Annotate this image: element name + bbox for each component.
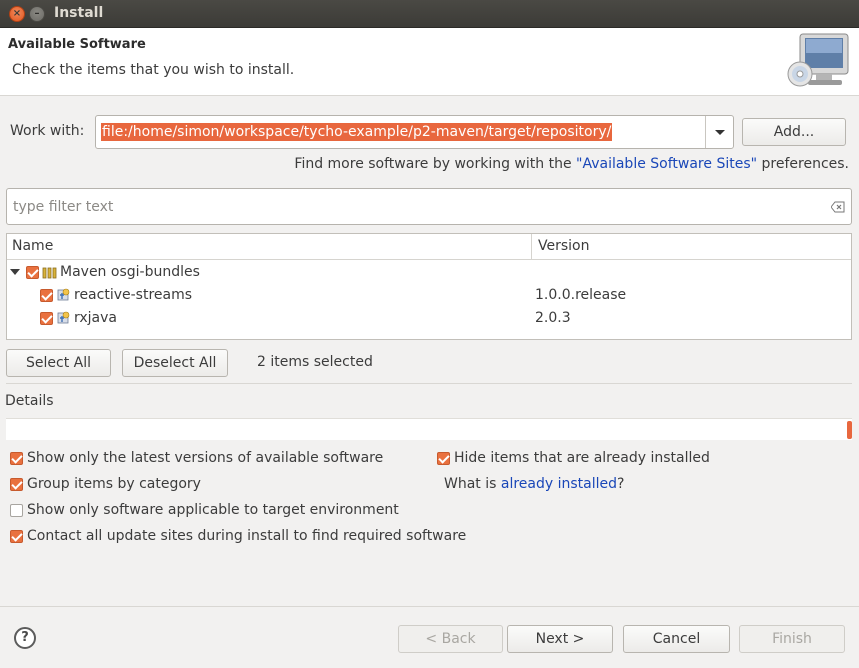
divider [6,383,852,384]
group-by-category-checkbox[interactable] [10,478,23,491]
chevron-down-icon [715,130,725,135]
close-icon: × [12,8,22,19]
details-label: Details [5,393,54,409]
back-button[interactable]: < Back [398,625,503,653]
hide-installed-label[interactable]: Hide items that are already installed [454,450,710,466]
next-button[interactable]: Next > [507,625,613,653]
what-is-suffix: ? [617,476,625,492]
filter-field[interactable] [6,188,852,225]
finish-button[interactable]: Finish [739,625,845,653]
work-with-value[interactable]: file:/home/simon/workspace/tycho-example… [101,123,613,141]
find-more-prefix: Find more software by working with the [294,156,577,172]
contact-sites-checkbox[interactable] [10,530,23,543]
column-header-version[interactable]: Version [538,238,589,254]
page-title: Available Software [8,37,146,52]
clear-filter-icon[interactable] [831,201,845,213]
details-area[interactable] [6,418,852,440]
install-monitor-icon [787,33,849,87]
filter-input[interactable] [13,197,813,217]
tree-row-rxjava[interactable]: rxjava 2.0.3 [7,308,851,331]
what-is-prefix: What is [444,476,501,492]
hide-installed-checkbox[interactable] [437,452,450,465]
deselect-all-button[interactable]: Deselect All [122,349,228,377]
plugin-icon [57,288,70,301]
window-title: Install [54,5,104,21]
item-name: rxjava [74,310,117,326]
close-window-button[interactable]: × [9,6,25,22]
already-installed-link[interactable]: already installed [501,476,617,492]
title-bar: × – Install [0,0,859,28]
help-icon[interactable]: ? [14,627,36,649]
item-name: reactive-streams [74,287,193,303]
latest-versions-label[interactable]: Show only the latest versions of availab… [27,450,383,466]
contact-sites-label[interactable]: Contact all update sites during install … [27,528,466,544]
available-software-sites-link[interactable]: "Available Software Sites" [576,156,757,172]
what-is-installed-text: What is already installed? [444,476,624,492]
software-tree: Name Version Maven osgi-bundles reactive… [6,233,852,340]
select-all-button[interactable]: Select All [6,349,111,377]
page-description: Check the items that you wish to install… [12,62,295,78]
column-header-name[interactable]: Name [12,238,53,254]
item-checkbox[interactable] [40,289,53,302]
expand-arrow-icon[interactable] [10,269,20,275]
item-checkbox[interactable] [40,312,53,325]
category-name: Maven osgi-bundles [60,264,200,280]
work-with-label: Work with: [10,123,85,139]
find-more-suffix: preferences. [757,156,850,172]
target-environment-checkbox[interactable] [10,504,23,517]
item-version: 1.0.0.release [535,287,627,303]
column-divider[interactable] [531,234,532,260]
wizard-header: Available Software Check the items that … [0,28,859,96]
work-with-combo[interactable]: file:/home/simon/workspace/tycho-example… [95,115,734,149]
details-scrollbar[interactable] [847,421,852,439]
find-more-text: Find more software by working with the "… [294,156,849,172]
category-icon [42,267,57,279]
plugin-icon [57,311,70,324]
latest-versions-checkbox[interactable] [10,452,23,465]
minimize-window-button[interactable]: – [29,6,45,22]
category-checkbox[interactable] [26,266,39,279]
tree-row-category[interactable]: Maven osgi-bundles [7,262,851,285]
group-by-category-label[interactable]: Group items by category [27,476,201,492]
add-site-button[interactable]: Add... [742,118,846,146]
cancel-button[interactable]: Cancel [623,625,730,653]
tree-row-reactive-streams[interactable]: reactive-streams 1.0.0.release [7,285,851,308]
footer-divider [0,606,859,607]
minimize-icon: – [34,8,40,19]
target-environment-label[interactable]: Show only software applicable to target … [27,502,399,518]
item-version: 2.0.3 [535,310,571,326]
work-with-dropdown-button[interactable] [705,116,733,148]
selection-status: 2 items selected [257,354,373,370]
tree-header: Name Version [7,234,851,260]
